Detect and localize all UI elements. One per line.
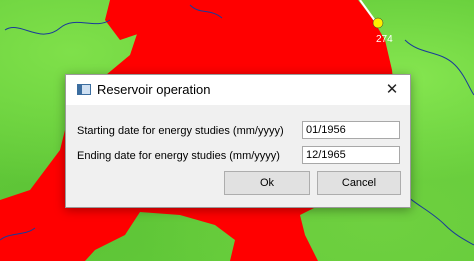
- station-label: 274: [376, 34, 393, 45]
- station-marker: [372, 17, 384, 29]
- start-date-label: Starting date for energy studies (mm/yyy…: [77, 125, 284, 137]
- reservoir-operation-dialog: Reservoir operation ✕ Starting date for …: [65, 74, 411, 208]
- close-icon[interactable]: ✕: [382, 80, 402, 100]
- dialog-titlebar[interactable]: Reservoir operation ✕: [66, 75, 410, 105]
- river-left: [4, 19, 111, 35]
- ok-button[interactable]: Ok: [224, 171, 310, 195]
- start-date-input[interactable]: [302, 121, 400, 139]
- end-date-label: Ending date for energy studies (mm/yyyy): [77, 150, 280, 162]
- window-app-icon: [77, 84, 91, 95]
- end-date-input[interactable]: [302, 146, 400, 164]
- river-right: [404, 39, 474, 96]
- dialog-title: Reservoir operation: [97, 82, 211, 97]
- cancel-button[interactable]: Cancel: [317, 171, 401, 195]
- river-right-lower: [399, 189, 474, 246]
